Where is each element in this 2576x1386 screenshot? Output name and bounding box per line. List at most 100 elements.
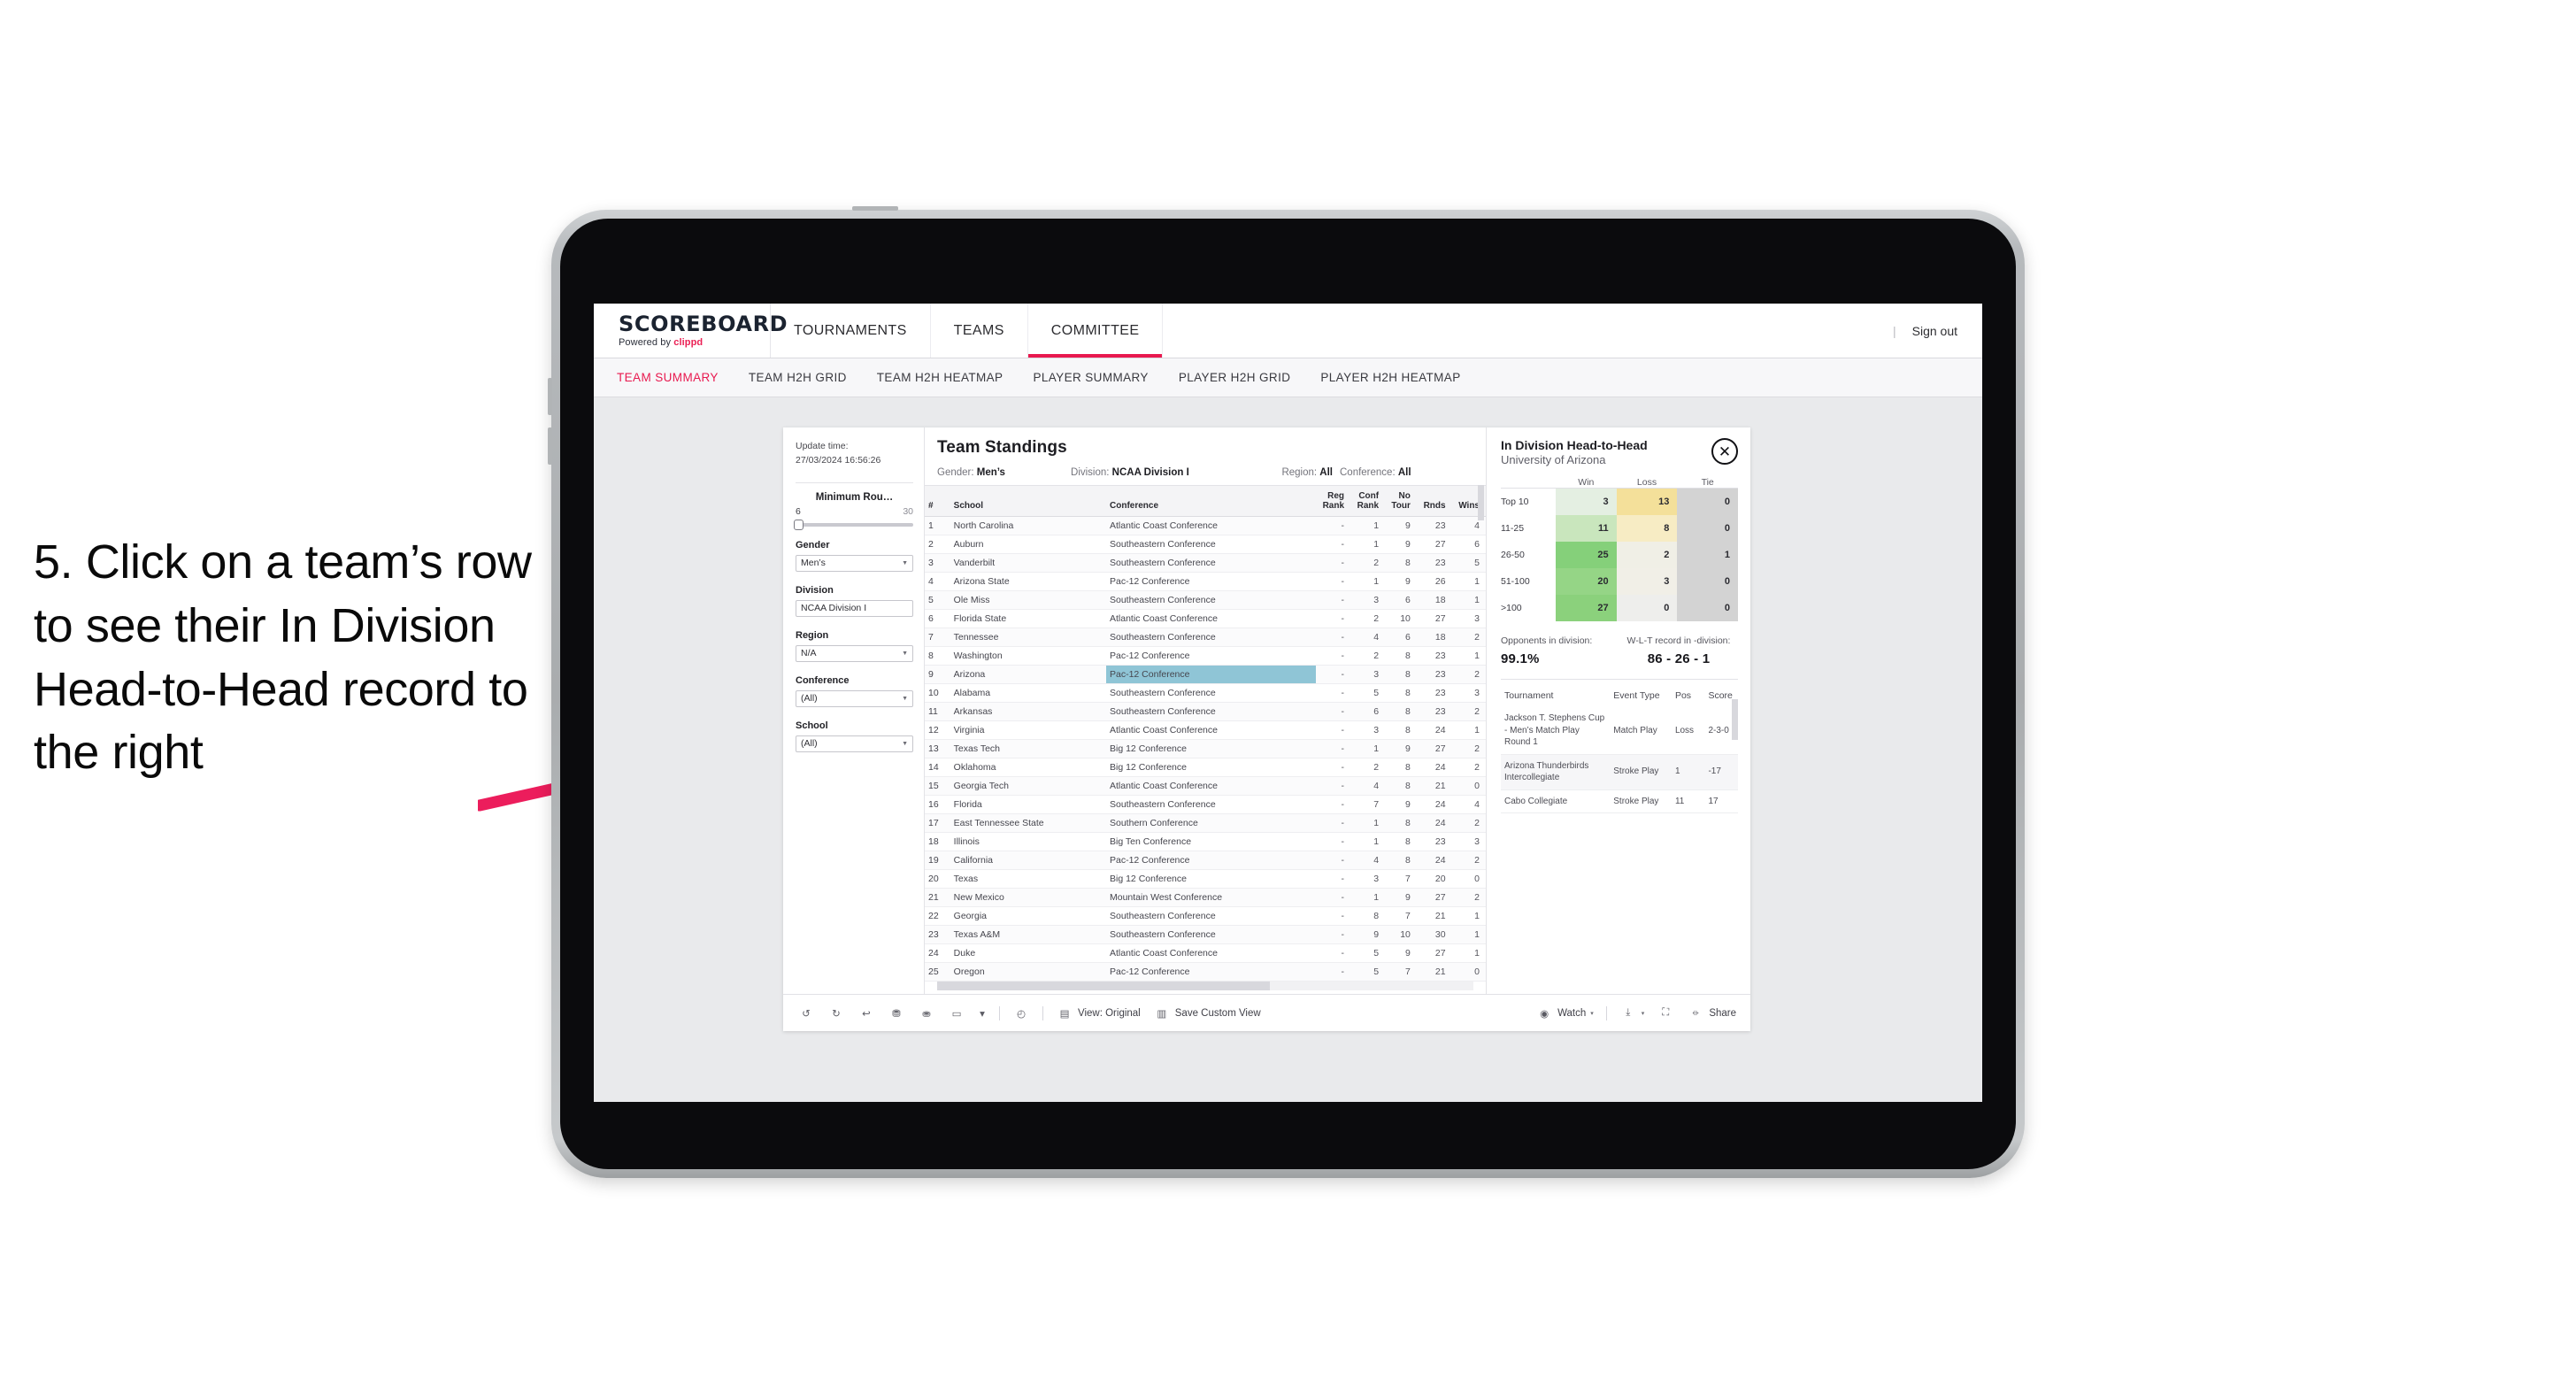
table-row[interactable]: 22 Georgia Southeastern Conference -8 7 21 1 [925, 906, 1486, 926]
table-row[interactable]: 23 Texas A&M Southeastern Conference -9 10 30… [925, 925, 1486, 944]
chevron-down-icon[interactable]: ▾ [978, 1005, 987, 1022]
h2h-cell[interactable]: 3 [1616, 568, 1678, 595]
undo-icon[interactable]: ↺ [797, 1005, 815, 1022]
list-item[interactable]: Arizona Thunderbirds Intercollegiate Stro… [1501, 754, 1738, 790]
slider-handle[interactable] [794, 519, 804, 530]
h2h-cell[interactable]: 2 [1616, 542, 1678, 568]
table-row[interactable]: 3 Vanderbilt Southeastern Conference -2 8 23 5 [925, 553, 1486, 573]
tab-player-h2h-grid[interactable]: PLAYER H2H GRID [1179, 371, 1291, 384]
close-icon[interactable]: ✕ [1711, 438, 1738, 465]
tab-team-summary[interactable]: TEAM SUMMARY [617, 371, 719, 384]
tab-player-summary[interactable]: PLAYER SUMMARY [1033, 371, 1148, 384]
table-row[interactable]: 24 Duke Atlantic Coast Conference -5 9 27 1 [925, 943, 1486, 963]
redo-icon[interactable]: ↻ [827, 1005, 845, 1022]
cell-conference: Southeastern Conference [1106, 795, 1316, 814]
col-rank[interactable]: # [925, 485, 950, 517]
volume-up-button[interactable] [548, 378, 552, 415]
col-school[interactable]: School [950, 485, 1106, 517]
h2h-cell[interactable]: 3 [1556, 489, 1617, 515]
table-row[interactable]: 14 Oklahoma Big 12 Conference -2 8 24 2 [925, 758, 1486, 777]
h2h-cell[interactable]: 1 [1677, 542, 1739, 568]
pause-updates-icon[interactable]: ⛂ [918, 1005, 935, 1022]
cell-rank: 10 [925, 683, 950, 703]
table-row[interactable]: 1 North Carolina Atlantic Coast Conference… [925, 516, 1486, 535]
table-row[interactable]: 9 Arizona Pac-12 Conference -3 8 23 2 [925, 665, 1486, 684]
h2h-cell[interactable]: 8 [1616, 515, 1678, 542]
table-row[interactable]: 18 Illinois Big Ten Conference -1 8 23 3 [925, 832, 1486, 851]
col-no-tour[interactable]: No Tour [1385, 485, 1417, 517]
watch-button[interactable]: ◉ Watch ▾ [1535, 1005, 1594, 1022]
table-row[interactable]: 16 Florida Southeastern Conference -7 9 24 4 [925, 795, 1486, 814]
standings-horizontal-scrollbar[interactable] [937, 982, 1473, 990]
cell-conf-rank: 4 [1350, 851, 1386, 870]
nav-committee[interactable]: COMMITTEE [1027, 304, 1164, 358]
school-select[interactable]: (All) ▼ [796, 735, 913, 752]
h2h-cell[interactable]: 0 [1677, 595, 1739, 621]
col-rnds[interactable]: Rnds [1416, 485, 1452, 517]
ipad-device-frame: SCOREBOARD Powered by clippd TOURNAMENTS… [548, 206, 2025, 1178]
h2h-cell[interactable]: 0 [1616, 595, 1678, 621]
table-row[interactable]: 25 Oregon Pac-12 Conference -5 7 21 0 [925, 962, 1486, 982]
h2h-cell[interactable]: 0 [1677, 515, 1739, 542]
h2h-cell[interactable]: 20 [1556, 568, 1617, 595]
share-button[interactable]: ⦵ Share [1687, 1005, 1736, 1022]
sign-out-link[interactable]: Sign out [1912, 324, 1957, 338]
gender-select[interactable]: Men’s ▼ [796, 554, 913, 572]
table-row[interactable]: 19 California Pac-12 Conference -4 8 24 2 [925, 851, 1486, 870]
cell-rnds: 23 [1416, 665, 1452, 684]
table-row[interactable]: 8 Washington Pac-12 Conference -2 8 23 1 [925, 646, 1486, 666]
cell-wins: 2 [1451, 628, 1486, 647]
table-row[interactable]: 13 Texas Tech Big 12 Conference -1 9 27 2 [925, 739, 1486, 758]
tab-team-h2h-heatmap[interactable]: TEAM H2H HEATMAP [877, 371, 1003, 384]
table-row[interactable]: 20 Texas Big 12 Conference -3 7 20 0 [925, 869, 1486, 889]
revert-icon[interactable]: ↩ [857, 1005, 875, 1022]
table-row[interactable]: 4 Arizona State Pac-12 Conference -1 9 26 1 [925, 572, 1486, 591]
table-row[interactable]: 5 Ole Miss Southeastern Conference -3 6 18 1 [925, 590, 1486, 610]
h2h-cell[interactable]: 0 [1677, 489, 1739, 515]
col-reg-rank[interactable]: Reg Rank [1315, 485, 1351, 517]
h2h-cell[interactable]: 27 [1556, 595, 1617, 621]
standings-vertical-scrollbar[interactable] [1478, 485, 1484, 520]
table-row[interactable]: 17 East Tennessee State Southern Conferenc… [925, 813, 1486, 833]
nav-tournaments[interactable]: TOURNAMENTS [771, 304, 931, 358]
h2h-cell[interactable]: 13 [1616, 489, 1678, 515]
conference-select[interactable]: (All) ▼ [796, 689, 913, 707]
cell-rnds: 24 [1416, 758, 1452, 777]
table-row[interactable]: 12 Virginia Atlantic Coast Conference -3 8 24… [925, 720, 1486, 740]
tournaments-scrollbar[interactable] [1732, 699, 1738, 740]
table-row[interactable]: 21 New Mexico Mountain West Conference -1 9 2… [925, 888, 1486, 907]
table-row[interactable]: 6 Florida State Atlantic Coast Conference -… [925, 609, 1486, 628]
volume-down-button[interactable] [548, 427, 552, 465]
highlight-icon[interactable]: ▭ [948, 1005, 965, 1022]
table-row[interactable]: 10 Alabama Southeastern Conference -5 8 23 3 [925, 683, 1486, 703]
download-button[interactable]: ⤓ ▾ [1619, 1005, 1644, 1022]
save-custom-view-button[interactable]: ▥ Save Custom View [1153, 1005, 1260, 1022]
col-conf-rank[interactable]: Conf Rank [1350, 485, 1386, 517]
list-item[interactable]: Jackson T. Stephens Cup - Men’s Match Pl… [1501, 707, 1738, 755]
refresh-data-icon[interactable]: ⛃ [888, 1005, 905, 1022]
division-select[interactable]: NCAA Division I [796, 599, 913, 617]
h2h-row-label: 26-50 [1501, 550, 1525, 560]
view-original-button[interactable]: ▤ View: Original [1056, 1005, 1141, 1022]
list-item[interactable]: Cabo Collegiate Stroke Play 11 17 [1501, 789, 1738, 813]
col-conference[interactable]: Conference [1106, 485, 1316, 517]
tab-player-h2h-heatmap[interactable]: PLAYER H2H HEATMAP [1320, 371, 1460, 384]
slider-values: 6 30 [796, 506, 913, 517]
cell-reg-rank: - [1315, 851, 1351, 870]
undo-history-icon[interactable]: ◴ [1012, 1005, 1030, 1022]
standings-scroll-area[interactable]: # School Conference Reg Rank Conf Rank N… [925, 485, 1486, 982]
tab-team-h2h-grid[interactable]: TEAM H2H GRID [749, 371, 847, 384]
h2h-cell[interactable]: 0 [1677, 568, 1739, 595]
nav-teams[interactable]: TEAMS [931, 304, 1028, 358]
region-select[interactable]: N/A ▼ [796, 644, 913, 662]
scrollbar-thumb[interactable] [937, 982, 1270, 990]
power-button[interactable] [852, 206, 898, 211]
slider-track[interactable] [794, 519, 913, 530]
table-row[interactable]: 11 Arkansas Southeastern Conference -6 8 23 2 [925, 702, 1486, 721]
h2h-cell[interactable]: 25 [1556, 542, 1617, 568]
table-row[interactable]: 2 Auburn Southeastern Conference -1 9 27 6 [925, 535, 1486, 554]
table-row[interactable]: 15 Georgia Tech Atlantic Coast Conference -… [925, 776, 1486, 796]
fullscreen-icon[interactable]: ⛶ [1657, 1005, 1674, 1022]
table-row[interactable]: 7 Tennessee Southeastern Conference -4 6 18 2 [925, 628, 1486, 647]
h2h-cell[interactable]: 11 [1556, 515, 1617, 542]
